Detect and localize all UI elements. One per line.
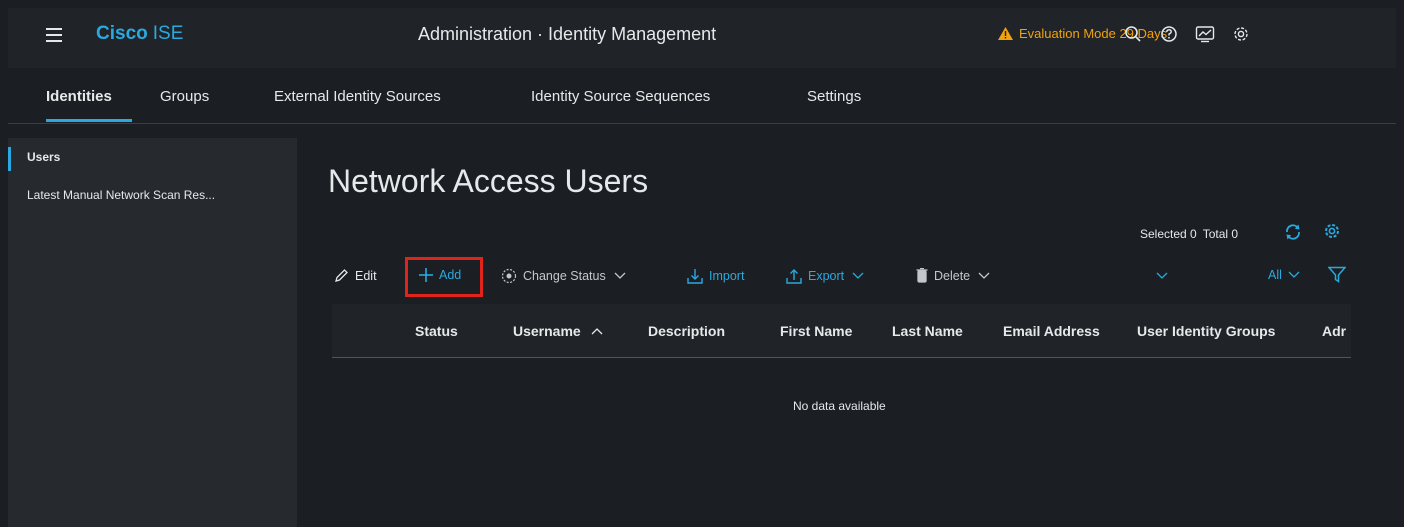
tab-settings[interactable]: Settings	[807, 88, 861, 105]
export-label: Export	[808, 269, 845, 283]
table-settings-icon[interactable]	[1323, 222, 1341, 240]
settings-icon[interactable]	[1229, 22, 1253, 46]
sidebar-item-label: Users	[27, 150, 61, 164]
sidebar-item-users[interactable]: Users	[8, 147, 297, 171]
total-count: Total 0	[1202, 227, 1239, 241]
sidebar-item-network-scan[interactable]: Latest Manual Network Scan Res...	[8, 188, 297, 202]
chevron-down-icon	[852, 272, 864, 279]
import-label: Import	[709, 269, 745, 283]
status-icon	[501, 268, 517, 284]
top-bar: Cisco ISE Administration · Identity Manag…	[8, 8, 1396, 68]
add-highlight-box	[405, 257, 483, 297]
tab-bar: Identities Groups External Identity Sour…	[8, 68, 1396, 124]
tab-identity-source-sequences[interactable]: Identity Source Sequences	[531, 88, 710, 105]
export-button[interactable]: Export	[786, 268, 870, 284]
help-icon[interactable]	[1157, 22, 1181, 46]
export-icon	[786, 269, 802, 284]
delete-label: Delete	[934, 268, 971, 283]
column-status[interactable]: Status	[415, 323, 458, 339]
chevron-down-icon	[1156, 272, 1168, 279]
tab-groups[interactable]: Groups	[160, 88, 209, 105]
brand-primary: Cisco	[96, 23, 148, 44]
refresh-icon[interactable]	[1283, 222, 1303, 242]
search-icon[interactable]	[1121, 22, 1145, 46]
column-username[interactable]: Username	[513, 323, 603, 339]
pencil-icon	[335, 269, 348, 282]
page-title: Administration · Identity Management	[418, 24, 717, 44]
import-button[interactable]: Import	[687, 268, 744, 284]
section-title: Network Access Users	[328, 163, 649, 199]
column-username-label: Username	[513, 323, 581, 339]
chevron-down-icon	[978, 272, 990, 279]
table-header: Status Username Description First Name L…	[332, 304, 1351, 358]
chevron-down-icon	[1288, 271, 1300, 278]
tab-identities[interactable]: Identities	[46, 88, 112, 105]
warning-icon	[998, 27, 1013, 40]
edit-label: Edit	[355, 268, 377, 283]
delete-button[interactable]: Delete	[916, 268, 996, 283]
filter-icon	[1328, 266, 1346, 283]
selected-count: Selected 0	[1140, 227, 1197, 241]
import-icon	[687, 269, 703, 284]
column-first-name[interactable]: First Name	[780, 323, 852, 339]
column-email-address[interactable]: Email Address	[1003, 323, 1100, 339]
view-dropdown[interactable]	[1156, 272, 1174, 280]
empty-state-text: No data available	[793, 399, 886, 413]
column-user-identity-groups[interactable]: User Identity Groups	[1137, 323, 1275, 339]
column-admin[interactable]: Adr	[1322, 323, 1346, 339]
menu-icon[interactable]	[46, 28, 62, 42]
filter-all-label: All	[1268, 268, 1282, 282]
sidebar: Users Latest Manual Network Scan Res...	[8, 138, 297, 527]
column-description[interactable]: Description	[648, 323, 725, 339]
trash-icon	[916, 268, 928, 283]
brand-secondary: ISE	[152, 23, 184, 44]
change-status-label: Change Status	[523, 269, 606, 283]
column-last-name[interactable]: Last Name	[892, 323, 963, 339]
dashboard-icon[interactable]	[1193, 22, 1217, 46]
sidebar-item-label: Latest Manual Network Scan Res...	[27, 188, 216, 202]
tab-external-identity-sources[interactable]: External Identity Sources	[274, 88, 441, 105]
sort-ascending-icon	[591, 328, 603, 335]
active-tab-indicator	[46, 119, 132, 122]
brand-logo[interactable]: Cisco ISE	[96, 23, 183, 45]
filter-all-dropdown[interactable]: All	[1268, 268, 1306, 282]
chevron-down-icon	[614, 272, 626, 279]
change-status-button[interactable]: Change Status	[501, 268, 632, 284]
filter-button[interactable]	[1328, 266, 1352, 283]
edit-button[interactable]: Edit	[334, 268, 377, 283]
selection-counts: Selected 0 Total 0	[1140, 227, 1238, 241]
